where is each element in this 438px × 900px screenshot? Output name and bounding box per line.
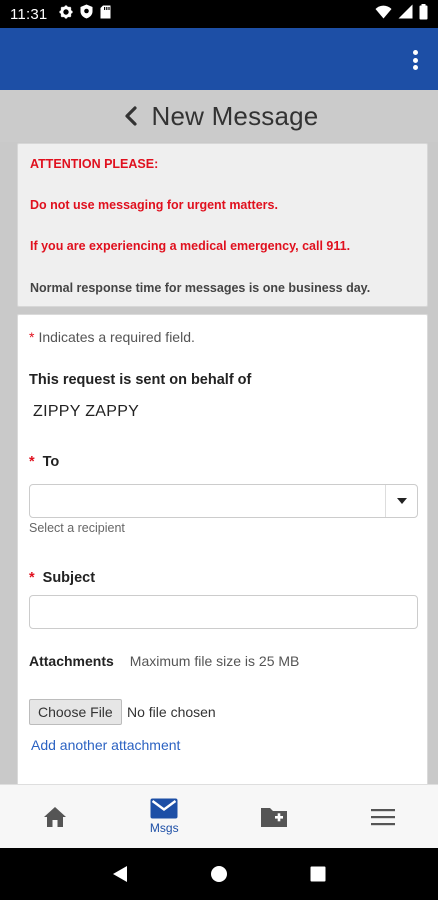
page-header: New Message: [0, 90, 438, 142]
subject-label: * Subject: [29, 570, 95, 586]
to-required-star: *: [29, 454, 35, 470]
bottom-nav: Msgs: [0, 784, 438, 848]
attachments-label: Attachments: [29, 653, 114, 669]
hamburger-menu-icon: [371, 808, 396, 825]
nav-messages-label: Msgs: [149, 821, 179, 835]
folder-plus-icon: [260, 807, 287, 827]
subject-label-text: Subject: [42, 570, 96, 586]
home-circle-icon: [210, 866, 227, 882]
to-label: * To: [29, 454, 59, 470]
kebab-menu-icon[interactable]: [406, 48, 424, 72]
gear-icon: [59, 5, 73, 24]
status-time: 11:31: [10, 5, 48, 23]
attention-notice: ATTENTION PLEASE: Do not use messaging f…: [17, 143, 428, 307]
attention-heading: ATTENTION PLEASE:: [30, 157, 159, 171]
shield-icon: [80, 4, 93, 24]
system-recents-button[interactable]: [306, 862, 330, 886]
new-message-form: * Indicates a required field. This reques…: [17, 314, 428, 794]
home-icon: [43, 806, 66, 827]
recipient-dropdown-toggle[interactable]: [385, 485, 417, 517]
choose-file-button[interactable]: Choose File: [29, 699, 122, 725]
system-nav-bar: [0, 848, 438, 900]
file-status: No file chosen: [127, 704, 216, 720]
attention-line-response-time: Normal response time for messages is one…: [30, 281, 371, 295]
required-star: *: [29, 329, 35, 345]
subject-required-star: *: [29, 570, 35, 586]
behalf-label: This request is sent on behalf of: [29, 372, 252, 388]
status-bar: 11:31: [0, 0, 438, 28]
attachments-size-hint: Maximum file size is 25 MB: [129, 653, 300, 669]
to-label-text: To: [42, 454, 60, 470]
nav-home[interactable]: [0, 785, 110, 848]
signal-icon: [398, 4, 413, 24]
back-button[interactable]: [120, 102, 142, 130]
subject-input[interactable]: [29, 595, 418, 629]
status-left-icons: [59, 4, 111, 24]
recents-square-icon: [310, 866, 326, 882]
required-note-text: Indicates a required field.: [38, 329, 195, 345]
battery-icon: [419, 3, 428, 25]
nav-menu[interactable]: [329, 785, 438, 848]
system-back-button[interactable]: [108, 862, 132, 886]
page-title: New Message: [151, 100, 319, 131]
app-bar: [0, 28, 438, 90]
chevron-left-icon: [124, 106, 137, 126]
recipient-select[interactable]: [29, 484, 418, 518]
caret-down-icon: [396, 498, 407, 504]
recipient-helper-text: Select a recipient: [29, 521, 125, 535]
system-home-button[interactable]: [207, 862, 231, 886]
wifi-icon: [375, 5, 392, 24]
status-right-icons: [375, 3, 428, 25]
behalf-value: ZIPPY ZAPPY: [33, 403, 140, 420]
mail-icon: [150, 798, 178, 819]
back-triangle-icon: [112, 866, 127, 882]
sd-card-icon: [100, 5, 111, 24]
attention-line-emergency: If you are experiencing a medical emerge…: [30, 239, 351, 253]
nav-messages[interactable]: Msgs: [110, 785, 220, 848]
nav-folder[interactable]: [219, 785, 329, 848]
attention-line-urgent: Do not use messaging for urgent matters.: [30, 198, 278, 212]
attachments-row: Attachments Maximum file size is 25 MB: [29, 653, 299, 669]
required-field-note: * Indicates a required field.: [29, 329, 195, 345]
add-attachment-link[interactable]: Add another attachment: [31, 737, 180, 753]
